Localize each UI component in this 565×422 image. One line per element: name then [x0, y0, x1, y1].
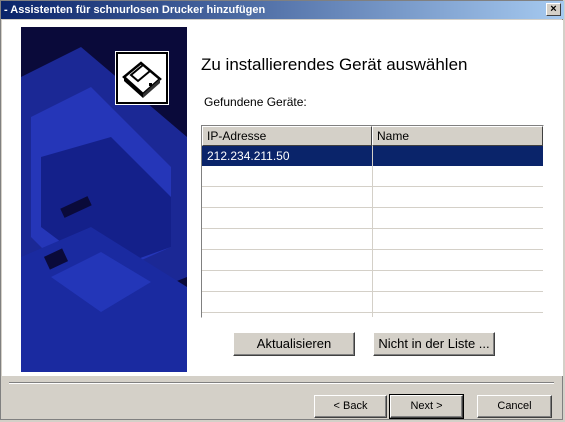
- wizard-window: - Assistenten für schnurlosen Drucker hi…: [0, 0, 564, 420]
- printer-icon: [115, 51, 169, 105]
- close-icon: ×: [550, 3, 557, 15]
- found-devices-label: Gefundene Geräte:: [204, 95, 307, 109]
- page-title: Zu installierendes Gerät auswählen: [201, 55, 468, 74]
- wizard-side-banner: [21, 27, 187, 372]
- next-button[interactable]: Next >: [389, 394, 464, 419]
- column-header-name[interactable]: Name: [372, 126, 543, 146]
- grid-line: [372, 146, 373, 317]
- title-bar[interactable]: - Assistenten für schnurlosen Drucker hi…: [1, 1, 564, 19]
- close-button[interactable]: ×: [546, 3, 561, 16]
- device-list-header: IP-Adresse Name: [202, 126, 543, 146]
- separator-highlight: [9, 383, 554, 384]
- device-name-cell: [372, 146, 543, 166]
- device-ip-cell: 212.234.211.50: [207, 149, 290, 163]
- device-list[interactable]: IP-Adresse Name 212.234.211.50: [201, 125, 544, 318]
- back-button[interactable]: < Back: [314, 395, 387, 418]
- column-header-ip[interactable]: IP-Adresse: [202, 126, 372, 146]
- column-header-ip-label: IP-Adresse: [207, 129, 267, 143]
- window-title: - Assistenten für schnurlosen Drucker hi…: [4, 4, 266, 16]
- column-header-name-label: Name: [377, 129, 410, 143]
- refresh-button[interactable]: Aktualisieren: [233, 332, 355, 356]
- not-in-list-button[interactable]: Nicht in der Liste ...: [373, 332, 495, 356]
- cancel-button[interactable]: Cancel: [477, 395, 552, 418]
